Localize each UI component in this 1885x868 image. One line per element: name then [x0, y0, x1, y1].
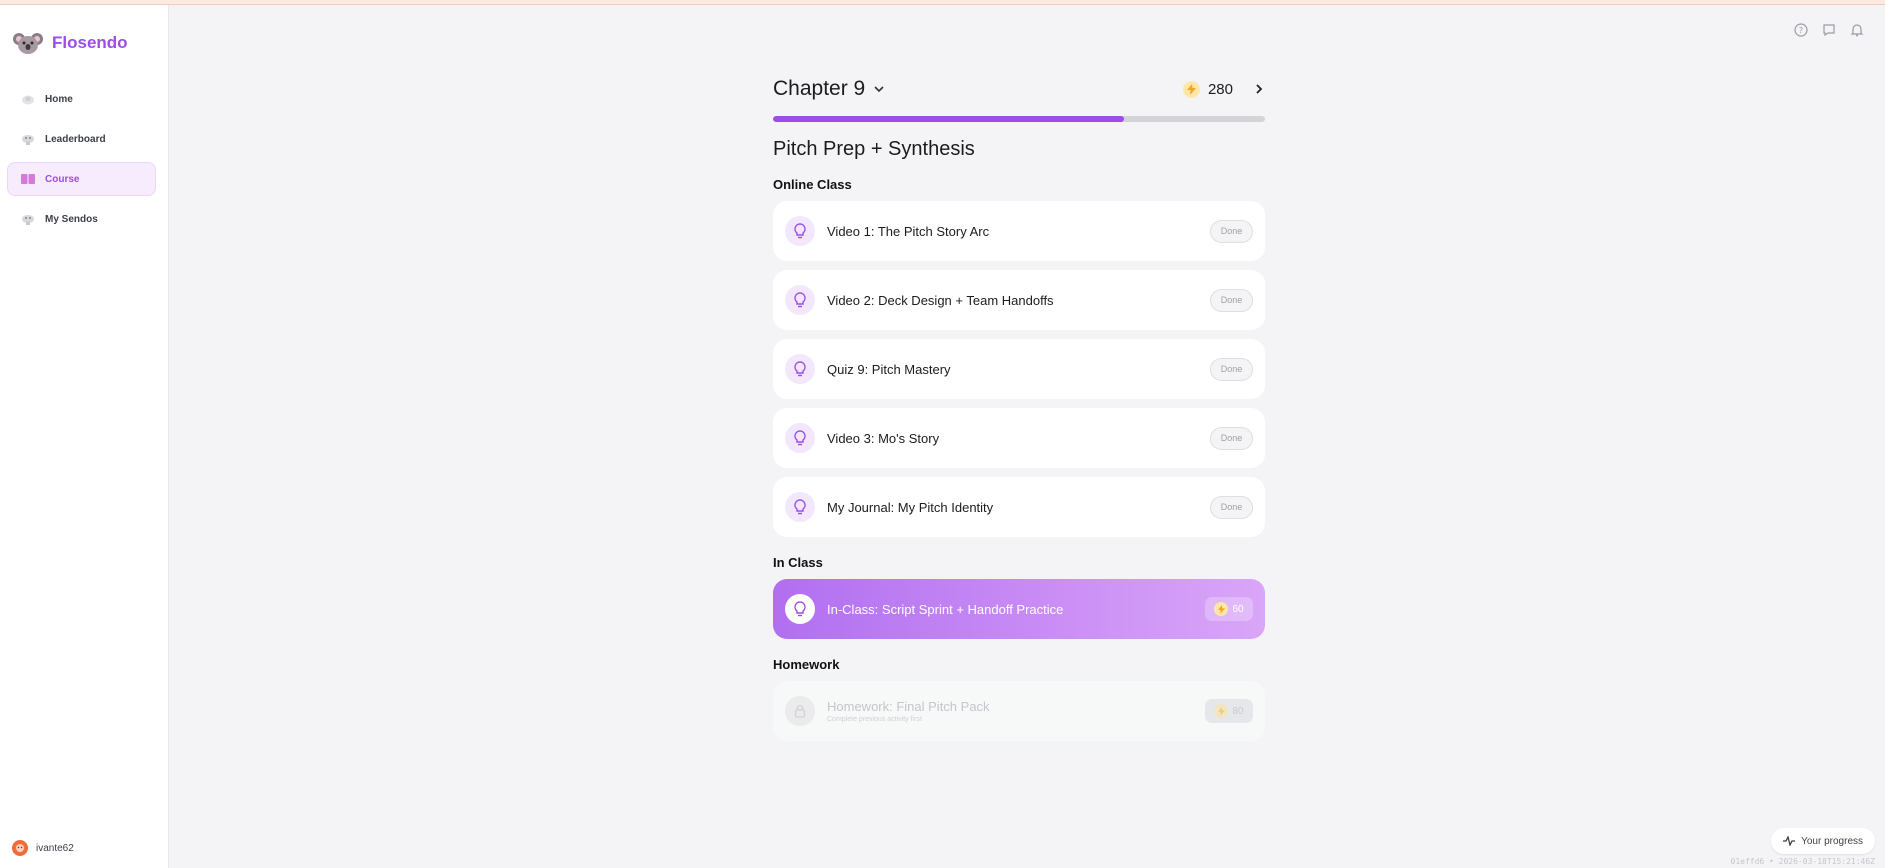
sidebar-item-label: Leaderboard — [45, 133, 106, 145]
koala-logo-icon — [13, 33, 43, 54]
sidebar-item-my-sendos[interactable]: My Sendos — [7, 202, 156, 236]
status-badge: Done — [1210, 219, 1253, 243]
status-badge: Done — [1210, 357, 1253, 381]
top-accent-line — [0, 0, 1885, 5]
sidebar-nav: Home Leaderboard Course My Sendos — [7, 82, 156, 242]
chapter-progress-bar — [773, 116, 1265, 122]
sidebar-item-label: Home — [45, 93, 73, 105]
lightbulb-icon — [785, 216, 815, 246]
activity-card[interactable]: Video 1: The Pitch Story Arc Done — [773, 201, 1265, 261]
activity-card[interactable]: My Journal: My Pitch Identity Done — [773, 477, 1265, 537]
book-icon — [21, 173, 35, 185]
sendo-icon — [21, 213, 35, 225]
brand-name: Flosendo — [52, 33, 128, 52]
activity-title: Video 2: Deck Design + Team Handoffs — [827, 292, 1054, 308]
group-label-online-class: Online Class — [773, 177, 852, 192]
chapter-title: Chapter 9 — [773, 77, 866, 100]
sidebar-item-label: My Sendos — [45, 213, 98, 225]
bolt-icon — [1214, 602, 1229, 616]
trophy-icon — [21, 133, 35, 145]
help-icon[interactable]: ? — [1793, 22, 1809, 38]
sidebar-item-leaderboard[interactable]: Leaderboard — [7, 122, 156, 156]
activity-subtitle: Complete previous activity first — [827, 716, 922, 723]
top-toolbar: ? — [1793, 22, 1865, 38]
sidebar: Flosendo Home Leaderboard Course My Send… — [0, 5, 169, 868]
your-progress-button[interactable]: Your progress — [1771, 828, 1875, 854]
points-value: 280 — [1207, 80, 1233, 98]
activity-title: Video 1: The Pitch Story Arc — [827, 223, 990, 239]
status-badge: Done — [1210, 495, 1253, 519]
chevron-down-icon — [874, 86, 884, 93]
activity-text: Homework: Final Pitch Pack Complete prev… — [827, 699, 1205, 723]
activity-card-current[interactable]: In-Class: Script Sprint + Handoff Practi… — [773, 579, 1265, 639]
brand[interactable]: Flosendo — [12, 29, 128, 57]
course-main: Chapter 9 280 Pitch Prep + Synthesis Onl… — [773, 74, 1265, 750]
avatar — [12, 840, 28, 856]
sidebar-item-course[interactable]: Course — [7, 162, 156, 196]
activity-card[interactable]: Quiz 9: Pitch Mastery Done — [773, 339, 1265, 399]
bell-icon[interactable] — [1849, 22, 1865, 38]
lightbulb-icon — [785, 423, 815, 453]
sidebar-item-label: Course — [45, 173, 80, 185]
chevron-right-icon[interactable] — [1253, 83, 1265, 95]
activity-title: Video 3: Mo's Story — [827, 430, 940, 446]
lock-icon — [785, 696, 815, 726]
chapter-progress-fill — [773, 116, 1125, 122]
chapter-selector[interactable]: Chapter 9 — [773, 77, 885, 101]
lesson-title: Pitch Prep + Synthesis — [773, 138, 975, 160]
activity-card-locked: Homework: Final Pitch Pack Complete prev… — [773, 681, 1265, 741]
home-icon — [21, 93, 35, 105]
xp-value: 80 — [1232, 705, 1244, 717]
activity-card[interactable]: Video 2: Deck Design + Team Handoffs Don… — [773, 270, 1265, 330]
user-profile[interactable]: ivante62 — [12, 840, 74, 856]
chapter-header: Chapter 9 280 — [773, 74, 1265, 104]
activity-title: In-Class: Script Sprint + Handoff Practi… — [827, 601, 1064, 617]
status-badge: Done — [1210, 288, 1253, 312]
svg-text:?: ? — [1799, 26, 1803, 35]
lightbulb-icon — [785, 285, 815, 315]
activity-title: Homework: Final Pitch Pack — [827, 699, 990, 714]
activity-icon — [1783, 836, 1796, 846]
xp-badge: 80 — [1205, 699, 1253, 723]
sidebar-item-home[interactable]: Home — [7, 82, 156, 116]
bolt-icon — [1182, 80, 1200, 98]
lightbulb-icon — [785, 492, 815, 522]
activity-card[interactable]: Video 3: Mo's Story Done — [773, 408, 1265, 468]
group-label-homework: Homework — [773, 657, 840, 672]
lightbulb-icon — [785, 354, 815, 384]
build-id: 01effd6 • 2026-03-18T15:21:46Z — [1730, 857, 1876, 866]
lightbulb-icon — [785, 594, 815, 624]
user-name: ivante62 — [36, 842, 74, 854]
xp-badge: 60 — [1205, 597, 1253, 621]
your-progress-label: Your progress — [1801, 835, 1863, 847]
chat-icon[interactable] — [1821, 22, 1837, 38]
status-badge: Done — [1210, 426, 1253, 450]
bolt-icon — [1214, 704, 1229, 718]
points-display: 280 — [1182, 80, 1265, 98]
activity-title: My Journal: My Pitch Identity — [827, 499, 994, 515]
xp-value: 60 — [1232, 603, 1244, 615]
activity-title: Quiz 9: Pitch Mastery — [827, 361, 951, 377]
group-label-in-class: In Class — [773, 555, 823, 570]
